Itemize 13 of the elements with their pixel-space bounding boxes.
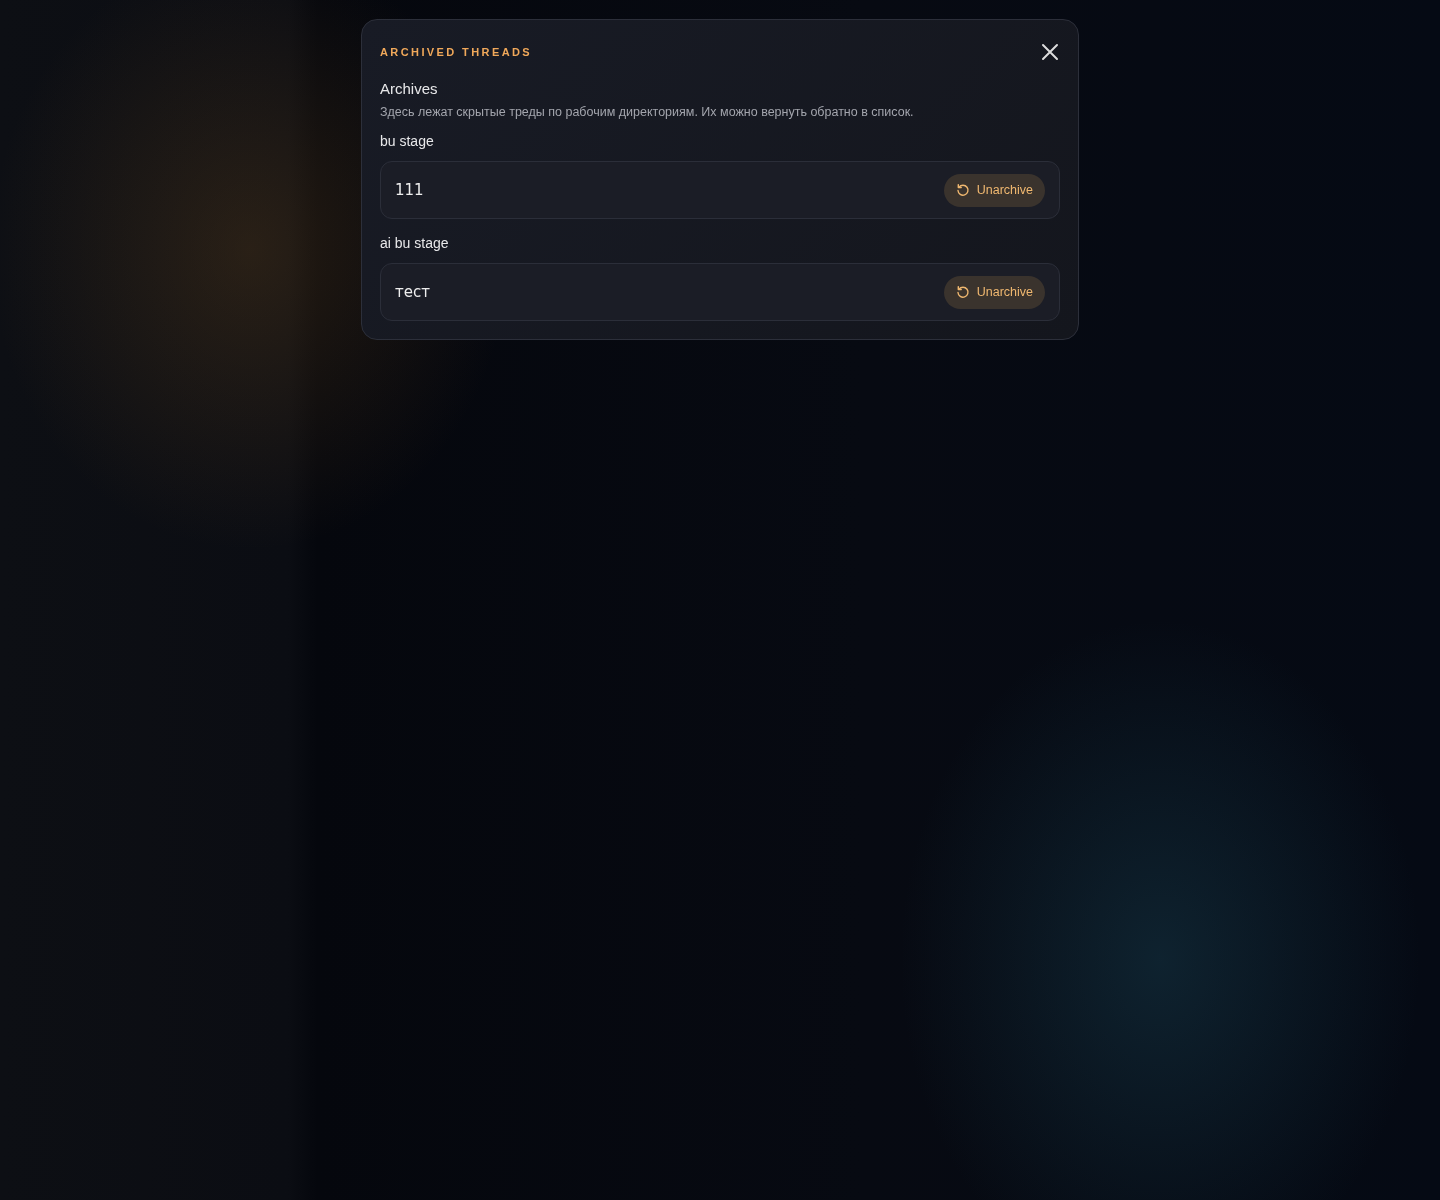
unarchive-button[interactable]: Unarchive	[943, 173, 1045, 207]
undo-icon	[955, 183, 970, 197]
directory-label: ai bu stage	[380, 235, 450, 251]
unarchive-button[interactable]: Unarchive	[943, 275, 1045, 309]
directory-label: bu stage	[380, 133, 435, 149]
close-icon	[1040, 42, 1060, 62]
thread-title: 111	[395, 181, 424, 199]
dialog-eyebrow: ARCHIVED THREADS	[380, 46, 533, 58]
close-button[interactable]	[1040, 42, 1060, 62]
undo-icon	[955, 285, 970, 299]
thread-title: тест	[395, 283, 430, 301]
dialog-description: Здесь лежат скрытые треды по рабочим директориям. Их можно вернуть обратно в список.	[380, 105, 915, 119]
dialog-title: Archives	[380, 80, 439, 97]
